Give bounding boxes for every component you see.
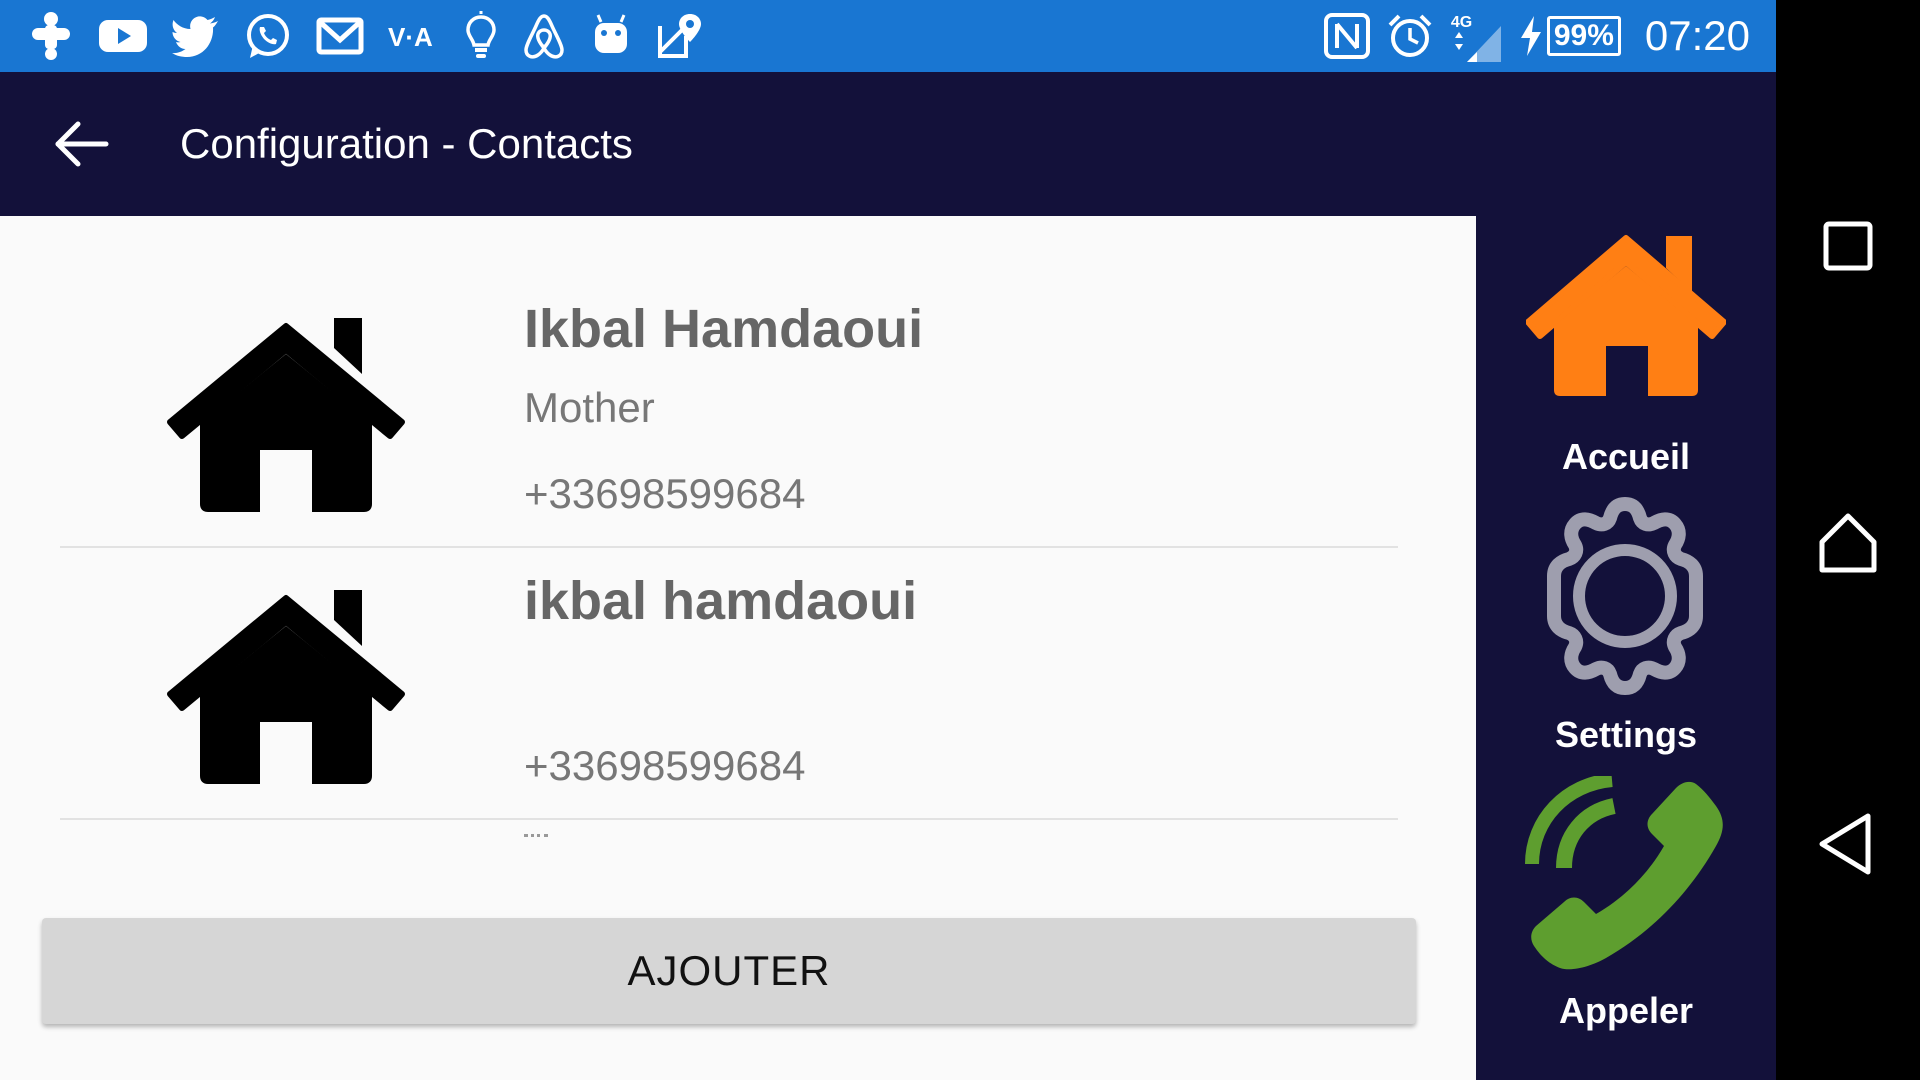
back-triangle-icon	[1819, 813, 1871, 875]
contact-list-item-partial[interactable]	[60, 820, 1398, 852]
side-menu-settings[interactable]: Settings	[1476, 496, 1776, 776]
house-icon	[167, 318, 405, 512]
vla-icon: V·A	[388, 22, 433, 52]
recent-apps-button[interactable]	[1812, 210, 1884, 282]
house-icon	[167, 590, 405, 784]
lightbulb-icon	[466, 11, 496, 58]
contact-list[interactable]: Ikbal Hamdaoui Mother +33698599684 ikbal…	[60, 216, 1398, 852]
side-menu-label: Accueil	[1561, 436, 1691, 477]
recent-apps-icon	[1823, 221, 1873, 271]
back-button[interactable]	[44, 108, 116, 180]
contact-list-item[interactable]: Ikbal Hamdaoui Mother +33698599684	[60, 216, 1398, 548]
android-icon	[595, 14, 627, 53]
gear-icon	[1547, 497, 1703, 695]
battery-percent: 99%	[1546, 16, 1621, 56]
contact-name: Ikbal Hamdaoui	[524, 299, 924, 359]
contact-phone: +33698599684	[524, 742, 806, 789]
charging-icon	[1520, 16, 1541, 56]
system-status-icons: 4G 99% 07:20	[1323, 0, 1750, 72]
youtube-icon	[99, 20, 147, 52]
side-menu: Accueil Settings Appeler	[1476, 216, 1776, 1080]
contact-list-item[interactable]: ikbal hamdaoui +33698599684	[60, 548, 1398, 820]
alarm-icon	[1388, 14, 1432, 57]
home-outline-icon	[1819, 513, 1877, 573]
side-menu-appeler[interactable]: Appeler	[1476, 776, 1776, 1080]
contacts-panel: Ikbal Hamdaoui Mother +33698599684 ikbal…	[0, 216, 1476, 1080]
signal-strength-icon	[1454, 26, 1501, 62]
system-back-button[interactable]	[1812, 808, 1884, 880]
system-navigation-bar	[1776, 0, 1920, 1080]
notification-icons: V·A	[28, 8, 702, 64]
svg-text:V·A: V·A	[388, 22, 433, 52]
nfc-icon	[1323, 13, 1370, 59]
status-time: 07:20	[1644, 12, 1750, 59]
status-bar: V·A 4G 99% 07:20	[0, 0, 1776, 72]
side-menu-label: Appeler	[1558, 990, 1694, 1031]
page-title: Configuration - Contacts	[180, 120, 633, 167]
maps-icon	[658, 14, 701, 58]
system-home-button[interactable]	[1812, 508, 1884, 580]
signal-indicator: 4G	[1449, 8, 1503, 64]
contact-name: ikbal hamdaoui	[524, 571, 918, 631]
battery-indicator: 99%	[1519, 16, 1621, 56]
gmail-icon	[316, 17, 364, 55]
contact-relation: Mother	[524, 384, 655, 431]
home-icon	[1526, 235, 1726, 396]
contact-phone: +33698599684	[524, 470, 806, 517]
arrow-left-icon	[55, 121, 109, 167]
add-contact-button[interactable]: AJOUTER	[42, 918, 1416, 1024]
side-menu-accueil[interactable]: Accueil	[1476, 216, 1776, 486]
app-toolbar: Configuration - Contacts	[0, 72, 1776, 216]
whatsapp-icon	[247, 14, 289, 58]
game-controller-icon	[32, 12, 70, 60]
airbnb-icon	[524, 14, 564, 59]
twitter-icon	[172, 16, 218, 57]
side-menu-label: Settings	[1554, 714, 1697, 755]
partial-text-fragment	[524, 834, 548, 841]
phone-icon	[1525, 776, 1723, 970]
